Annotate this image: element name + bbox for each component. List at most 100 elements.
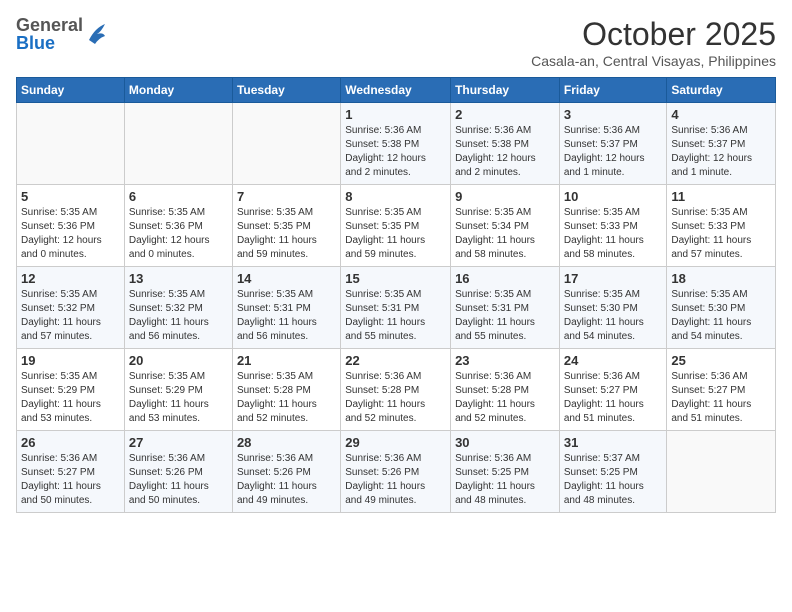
calendar-cell: 27 Sunrise: 5:36 AM Sunset: 5:26 PM Dayli… (124, 431, 232, 513)
day-number: 4 (671, 107, 771, 122)
day-info: Sunrise: 5:35 AM Sunset: 5:32 PM Dayligh… (21, 288, 120, 344)
day-number: 11 (671, 189, 771, 204)
calendar-cell: 24Sunrise: 5:36 AM Sunset: 5:27 PM Dayli… (559, 349, 667, 431)
calendar-cell (667, 431, 776, 513)
weekday-header-sunday: Sunday (17, 78, 125, 103)
week-row-2: 5 Sunrise: 5:35 AM Sunset: 5:36 PM Daylig… (17, 185, 776, 267)
month-title: October 2025 (531, 16, 776, 53)
day-info: Sunrise: 5:36 AM Sunset: 5:26 PM Dayligh… (129, 452, 228, 508)
day-info: Sunrise: 5:35 AM Sunset: 5:29 PM Dayligh… (129, 370, 228, 426)
calendar-cell: 9 Sunrise: 5:35 AM Sunset: 5:34 PM Daylig… (451, 185, 560, 267)
weekday-header-wednesday: Wednesday (341, 78, 451, 103)
day-number: 30 (455, 435, 555, 450)
calendar-cell: 30 Sunrise: 5:36 AM Sunset: 5:25 PM Dayli… (451, 431, 560, 513)
logo-general-text: General (16, 16, 83, 34)
day-info: Sunrise: 5:36 AM Sunset: 5:26 PM Dayligh… (345, 452, 446, 508)
weekday-header-monday: Monday (124, 78, 232, 103)
logo-blue-text: Blue (16, 34, 83, 52)
day-info: Sunrise: 5:36 AM Sunset: 5:27 PM Dayligh… (21, 452, 120, 508)
page-header: General Blue October 2025 Casala-an, Cen… (16, 16, 776, 69)
calendar-cell (232, 103, 340, 185)
day-info: Sunrise: 5:36 AM Sunset: 5:25 PM Dayligh… (455, 452, 555, 508)
day-info: Sunrise: 5:36 AM Sunset: 5:37 PM Dayligh… (671, 124, 771, 180)
day-info: Sunrise: 5:35 AM Sunset: 5:31 PM Dayligh… (345, 288, 446, 344)
calendar-cell: 11 Sunrise: 5:35 AM Sunset: 5:33 PM Dayli… (667, 185, 776, 267)
day-info: Sunrise: 5:35 AM Sunset: 5:35 PM Dayligh… (237, 206, 336, 262)
calendar-cell: 3 Sunrise: 5:36 AM Sunset: 5:37 PM Daylig… (559, 103, 667, 185)
logo-bird-icon (87, 20, 107, 48)
day-info: Sunrise: 5:35 AM Sunset: 5:36 PM Dayligh… (129, 206, 228, 262)
day-number: 28 (237, 435, 336, 450)
calendar-cell: 15 Sunrise: 5:35 AM Sunset: 5:31 PM Dayli… (341, 267, 451, 349)
day-number: 1 (345, 107, 446, 122)
day-number: 3 (564, 107, 663, 122)
day-info: Sunrise: 5:35 AM Sunset: 5:36 PM Dayligh… (21, 206, 120, 262)
day-number: 27 (129, 435, 228, 450)
day-number: 22 (345, 353, 446, 368)
calendar-cell (124, 103, 232, 185)
weekday-header-saturday: Saturday (667, 78, 776, 103)
day-info: Sunrise: 5:36 AM Sunset: 5:38 PM Dayligh… (455, 124, 555, 180)
day-info: Sunrise: 5:36 AM Sunset: 5:28 PM Dayligh… (345, 370, 446, 426)
calendar-cell: 7 Sunrise: 5:35 AM Sunset: 5:35 PM Daylig… (232, 185, 340, 267)
calendar-cell: 29 Sunrise: 5:36 AM Sunset: 5:26 PM Dayli… (341, 431, 451, 513)
calendar-cell: 16Sunrise: 5:35 AM Sunset: 5:31 PM Dayli… (451, 267, 560, 349)
day-number: 17 (564, 271, 663, 286)
week-row-1: 1 Sunrise: 5:36 AM Sunset: 5:38 PM Daylig… (17, 103, 776, 185)
day-number: 9 (455, 189, 555, 204)
day-number: 24 (564, 353, 663, 368)
calendar-table: SundayMondayTuesdayWednesdayThursdayFrid… (16, 77, 776, 513)
day-number: 7 (237, 189, 336, 204)
day-info: Sunrise: 5:35 AM Sunset: 5:32 PM Dayligh… (129, 288, 228, 344)
calendar-cell: 5 Sunrise: 5:35 AM Sunset: 5:36 PM Daylig… (17, 185, 125, 267)
calendar-cell: 4 Sunrise: 5:36 AM Sunset: 5:37 PM Daylig… (667, 103, 776, 185)
day-number: 19 (21, 353, 120, 368)
calendar-cell: 31 Sunrise: 5:37 AM Sunset: 5:25 PM Dayli… (559, 431, 667, 513)
day-number: 18 (671, 271, 771, 286)
calendar-cell: 26 Sunrise: 5:36 AM Sunset: 5:27 PM Dayli… (17, 431, 125, 513)
weekday-header-thursday: Thursday (451, 78, 560, 103)
calendar-cell: 22 Sunrise: 5:36 AM Sunset: 5:28 PM Dayli… (341, 349, 451, 431)
calendar-cell: 17Sunrise: 5:35 AM Sunset: 5:30 PM Dayli… (559, 267, 667, 349)
week-row-4: 19 Sunrise: 5:35 AM Sunset: 5:29 PM Dayli… (17, 349, 776, 431)
day-info: Sunrise: 5:35 AM Sunset: 5:30 PM Dayligh… (671, 288, 771, 344)
day-number: 6 (129, 189, 228, 204)
day-info: Sunrise: 5:36 AM Sunset: 5:38 PM Dayligh… (345, 124, 446, 180)
day-number: 15 (345, 271, 446, 286)
day-number: 23 (455, 353, 555, 368)
day-info: Sunrise: 5:36 AM Sunset: 5:28 PM Dayligh… (455, 370, 555, 426)
day-number: 20 (129, 353, 228, 368)
calendar-cell: 19Sunrise: 5:35 AM Sunset: 5:29 PM Dayli… (17, 349, 125, 431)
day-number: 5 (21, 189, 120, 204)
day-info: Sunrise: 5:35 AM Sunset: 5:31 PM Dayligh… (237, 288, 336, 344)
day-number: 16 (455, 271, 555, 286)
day-number: 25 (671, 353, 771, 368)
calendar-cell: 14Sunrise: 5:35 AM Sunset: 5:31 PM Dayli… (232, 267, 340, 349)
week-row-5: 26 Sunrise: 5:36 AM Sunset: 5:27 PM Dayli… (17, 431, 776, 513)
calendar-cell: 23 Sunrise: 5:36 AM Sunset: 5:28 PM Dayli… (451, 349, 560, 431)
logo: General Blue (16, 16, 107, 52)
day-number: 10 (564, 189, 663, 204)
day-number: 8 (345, 189, 446, 204)
day-number: 31 (564, 435, 663, 450)
calendar-cell: 25Sunrise: 5:36 AM Sunset: 5:27 PM Dayli… (667, 349, 776, 431)
day-number: 12 (21, 271, 120, 286)
day-number: 2 (455, 107, 555, 122)
weekday-header-row: SundayMondayTuesdayWednesdayThursdayFrid… (17, 78, 776, 103)
title-area: October 2025 Casala-an, Central Visayas,… (531, 16, 776, 69)
calendar-cell: 12 Sunrise: 5:35 AM Sunset: 5:32 PM Dayli… (17, 267, 125, 349)
day-number: 13 (129, 271, 228, 286)
calendar-cell: 21Sunrise: 5:35 AM Sunset: 5:28 PM Dayli… (232, 349, 340, 431)
day-info: Sunrise: 5:37 AM Sunset: 5:25 PM Dayligh… (564, 452, 663, 508)
week-row-3: 12 Sunrise: 5:35 AM Sunset: 5:32 PM Dayli… (17, 267, 776, 349)
day-number: 26 (21, 435, 120, 450)
calendar-cell: 8Sunrise: 5:35 AM Sunset: 5:35 PM Daylig… (341, 185, 451, 267)
day-info: Sunrise: 5:35 AM Sunset: 5:34 PM Dayligh… (455, 206, 555, 262)
day-number: 29 (345, 435, 446, 450)
day-info: Sunrise: 5:36 AM Sunset: 5:26 PM Dayligh… (237, 452, 336, 508)
day-info: Sunrise: 5:36 AM Sunset: 5:37 PM Dayligh… (564, 124, 663, 180)
calendar-cell (17, 103, 125, 185)
calendar-cell: 20 Sunrise: 5:35 AM Sunset: 5:29 PM Dayli… (124, 349, 232, 431)
location-text: Casala-an, Central Visayas, Philippines (531, 53, 776, 69)
day-info: Sunrise: 5:35 AM Sunset: 5:33 PM Dayligh… (671, 206, 771, 262)
